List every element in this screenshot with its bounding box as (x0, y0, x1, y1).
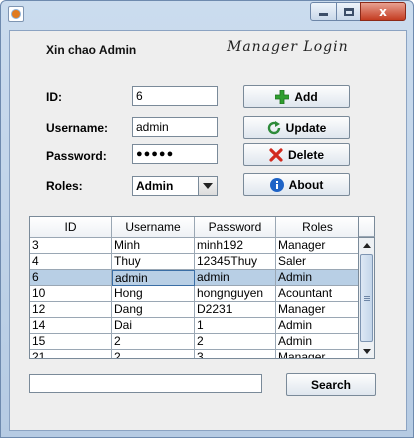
roles-selected-value: Admin (136, 179, 174, 193)
cell-roles[interactable]: Manager (276, 238, 358, 254)
cell-username[interactable]: Thuy (112, 254, 195, 270)
id-field[interactable]: 6 (132, 86, 218, 106)
cell-id[interactable]: 12 (30, 302, 112, 318)
java-icon (8, 6, 24, 22)
password-field[interactable]: ●●●●● (132, 144, 218, 164)
add-label: Add (294, 89, 318, 104)
column-header-id[interactable]: ID (30, 217, 112, 238)
scroll-down-button[interactable] (359, 344, 374, 358)
cell-id[interactable]: 15 (30, 334, 112, 350)
title-bar[interactable]: x (1, 1, 413, 29)
about-button[interactable]: About (243, 173, 350, 196)
cell-id[interactable]: 14 (30, 318, 112, 334)
table-row[interactable]: 14 Dai 1 Admin (30, 318, 358, 334)
cell-password[interactable]: minh192 (195, 238, 276, 254)
refresh-icon (267, 120, 281, 135)
update-button[interactable]: Update (243, 116, 350, 139)
users-table[interactable]: ID Username Password Roles 3 Minh minh19… (29, 216, 359, 359)
table-row[interactable]: 4 Thuy 12345Thuy Saler (30, 254, 358, 270)
cell-roles[interactable]: Saler (276, 254, 358, 270)
maximize-button[interactable] (336, 2, 361, 21)
cell-password[interactable]: 12345Thuy (195, 254, 276, 270)
cell-id[interactable]: 6 (30, 270, 112, 286)
table-row[interactable]: 10 Hong hongnguyen Acountant (30, 286, 358, 302)
info-icon (269, 177, 284, 192)
search-button[interactable]: Search (286, 373, 376, 396)
cell-username[interactable]: 2 (112, 334, 195, 350)
arrow-up-icon (362, 242, 371, 248)
cell-password[interactable]: 3 (195, 350, 276, 358)
cell-roles[interactable]: Admin (276, 334, 358, 350)
roles-dropdown[interactable]: Admin (132, 176, 218, 196)
about-label: About (288, 177, 324, 192)
column-header-username[interactable]: Username (112, 217, 195, 238)
roles-label: Roles: (46, 179, 83, 193)
table-row[interactable]: 21 2 3 Manager (30, 350, 358, 358)
update-label: Update (285, 120, 327, 135)
cell-password[interactable]: D2231 (195, 302, 276, 318)
app-window: x Xin chao Admin Manager Login ID: 6 Use… (0, 0, 414, 438)
minimize-icon (319, 13, 328, 16)
greeting-label: Xin chao Admin (46, 43, 137, 57)
table-row[interactable]: 15 2 2 Admin (30, 334, 358, 350)
column-header-roles[interactable]: Roles (276, 217, 358, 238)
cell-username[interactable]: Dai (112, 318, 195, 334)
search-input[interactable] (29, 374, 262, 393)
x-icon (269, 147, 283, 162)
cell-id[interactable]: 4 (30, 254, 112, 270)
cell-username[interactable]: Hong (112, 286, 195, 302)
cell-roles[interactable]: Manager (276, 350, 358, 358)
chevron-down-icon (203, 183, 213, 189)
table-body: 3 Minh minh192 Manager 4 Thuy 12345Thuy … (30, 238, 358, 358)
maximize-icon (343, 7, 354, 16)
cell-username[interactable]: Dang (112, 302, 195, 318)
password-label: Password: (46, 149, 107, 163)
table-row[interactable]: 3 Minh minh192 Manager (30, 238, 358, 254)
cell-username[interactable]: 2 (112, 350, 195, 358)
close-icon: x (379, 4, 387, 19)
cell-roles[interactable]: Acountant (276, 286, 358, 302)
table-scrollbar[interactable] (359, 237, 375, 359)
form-title: Manager Login (227, 39, 349, 55)
scroll-up-button[interactable] (359, 238, 374, 252)
username-label: Username: (46, 121, 109, 135)
id-label: ID: (46, 90, 62, 104)
plus-icon (274, 89, 290, 104)
cell-id[interactable]: 10 (30, 286, 112, 302)
cell-id[interactable]: 21 (30, 350, 112, 358)
username-field[interactable]: admin (132, 117, 218, 137)
table-header: ID Username Password Roles (30, 217, 358, 238)
arrow-down-icon (362, 348, 371, 354)
minimize-button[interactable] (310, 2, 337, 21)
cell-password[interactable]: admin (195, 270, 276, 286)
add-button[interactable]: Add (243, 85, 350, 108)
column-header-password[interactable]: Password (195, 217, 276, 238)
cell-id[interactable]: 3 (30, 238, 112, 254)
cell-password[interactable]: 2 (195, 334, 276, 350)
delete-button[interactable]: Delete (243, 143, 350, 166)
grip-icon (364, 296, 370, 301)
table-row-selected[interactable]: 6 admin admin Admin (30, 270, 358, 286)
main-panel: Xin chao Admin Manager Login ID: 6 Usern… (9, 30, 407, 431)
table-header-corner (359, 216, 375, 237)
cell-roles[interactable]: Admin (276, 318, 358, 334)
close-button[interactable]: x (360, 2, 406, 21)
delete-label: Delete (287, 147, 325, 162)
table-row[interactable]: 12 Dang D2231 Manager (30, 302, 358, 318)
cell-username[interactable]: admin (112, 270, 195, 286)
cell-username[interactable]: Minh (112, 238, 195, 254)
cell-password[interactable]: hongnguyen (195, 286, 276, 302)
cell-roles[interactable]: Admin (276, 270, 358, 286)
dropdown-arrow[interactable] (198, 177, 217, 195)
cell-roles[interactable]: Manager (276, 302, 358, 318)
cell-password[interactable]: 1 (195, 318, 276, 334)
scrollbar-thumb[interactable] (360, 254, 373, 342)
